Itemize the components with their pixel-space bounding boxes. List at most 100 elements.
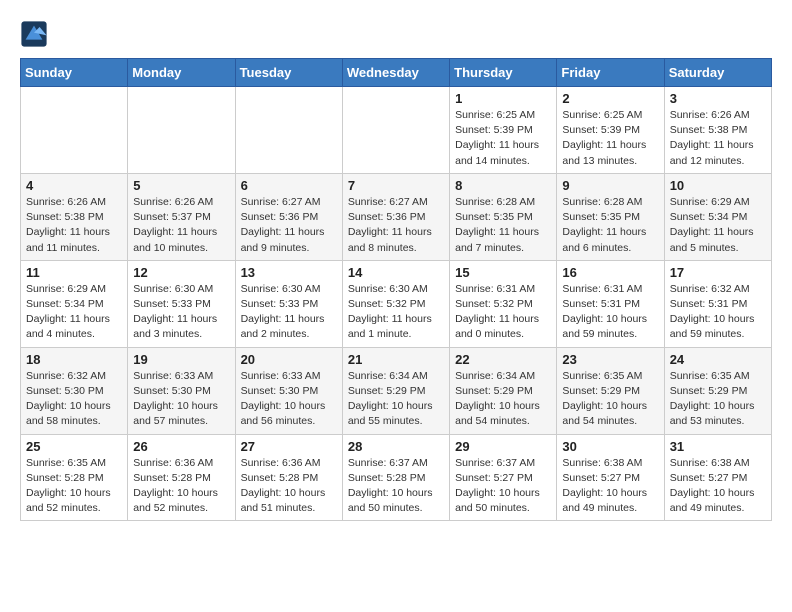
day-number: 5 — [133, 178, 229, 193]
calendar-cell: 4Sunrise: 6:26 AM Sunset: 5:38 PM Daylig… — [21, 173, 128, 260]
calendar-cell — [235, 87, 342, 174]
day-info: Sunrise: 6:37 AM Sunset: 5:28 PM Dayligh… — [348, 456, 444, 517]
logo-icon — [20, 20, 48, 48]
day-number: 27 — [241, 439, 337, 454]
weekday-header-row: SundayMondayTuesdayWednesdayThursdayFrid… — [21, 59, 772, 87]
calendar-cell: 19 Sunrise: 6:33 AM Sunset: 5:30 PM Dayli… — [128, 347, 235, 434]
day-info: Sunrise: 6:28 AM Sunset: 5:35 PM Dayligh… — [562, 195, 658, 256]
day-info: Sunrise: 6:31 AM Sunset: 5:32 PM Dayligh… — [455, 282, 551, 343]
day-info: Sunrise: 6:37 AM Sunset: 5:27 PM Dayligh… — [455, 456, 551, 517]
calendar-cell: 20 Sunrise: 6:33 AM Sunset: 5:30 PM Dayli… — [235, 347, 342, 434]
day-info: Sunrise: 6:32 AM Sunset: 5:30 PM Dayligh… — [26, 369, 122, 430]
day-number: 6 — [241, 178, 337, 193]
day-number: 2 — [562, 91, 658, 106]
calendar-week-1: 1 Sunrise: 6:25 AM Sunset: 5:39 PM Daylig… — [21, 87, 772, 174]
day-number: 31 — [670, 439, 766, 454]
calendar-cell: 30 Sunrise: 6:38 AM Sunset: 5:27 PM Dayli… — [557, 434, 664, 521]
calendar-cell: 23Sunrise: 6:35 AM Sunset: 5:29 PM Dayli… — [557, 347, 664, 434]
day-number: 9 — [562, 178, 658, 193]
logo — [20, 20, 50, 48]
day-info: Sunrise: 6:30 AM Sunset: 5:32 PM Dayligh… — [348, 282, 444, 343]
day-number: 28 — [348, 439, 444, 454]
weekday-header-thursday: Thursday — [450, 59, 557, 87]
calendar-cell: 25 Sunrise: 6:35 AM Sunset: 5:28 PM Dayli… — [21, 434, 128, 521]
calendar-cell: 26Sunrise: 6:36 AM Sunset: 5:28 PM Dayli… — [128, 434, 235, 521]
day-info: Sunrise: 6:29 AM Sunset: 5:34 PM Dayligh… — [26, 282, 122, 343]
weekday-header-wednesday: Wednesday — [342, 59, 449, 87]
day-info: Sunrise: 6:35 AM Sunset: 5:28 PM Dayligh… — [26, 456, 122, 517]
day-number: 25 — [26, 439, 122, 454]
day-number: 30 — [562, 439, 658, 454]
calendar-cell — [128, 87, 235, 174]
weekday-header-tuesday: Tuesday — [235, 59, 342, 87]
calendar-cell: 17 Sunrise: 6:32 AM Sunset: 5:31 PM Dayli… — [664, 260, 771, 347]
day-number: 17 — [670, 265, 766, 280]
day-info: Sunrise: 6:29 AM Sunset: 5:34 PM Dayligh… — [670, 195, 766, 256]
calendar-cell: 5 Sunrise: 6:26 AM Sunset: 5:37 PM Daylig… — [128, 173, 235, 260]
calendar-cell: 24 Sunrise: 6:35 AM Sunset: 5:29 PM Dayli… — [664, 347, 771, 434]
calendar-cell: 21 Sunrise: 6:34 AM Sunset: 5:29 PM Dayli… — [342, 347, 449, 434]
day-number: 10 — [670, 178, 766, 193]
calendar-cell: 1Sunrise: 6:25 AM Sunset: 5:39 PM Daylig… — [450, 87, 557, 174]
calendar-cell: 13Sunrise: 6:30 AM Sunset: 5:33 PM Dayli… — [235, 260, 342, 347]
day-number: 7 — [348, 178, 444, 193]
day-info: Sunrise: 6:26 AM Sunset: 5:38 PM Dayligh… — [670, 108, 766, 169]
calendar-cell: 6 Sunrise: 6:27 AM Sunset: 5:36 PM Daylig… — [235, 173, 342, 260]
day-number: 20 — [241, 352, 337, 367]
day-number: 12 — [133, 265, 229, 280]
calendar-cell — [342, 87, 449, 174]
calendar-week-5: 25 Sunrise: 6:35 AM Sunset: 5:28 PM Dayli… — [21, 434, 772, 521]
day-number: 23 — [562, 352, 658, 367]
day-number: 8 — [455, 178, 551, 193]
day-info: Sunrise: 6:33 AM Sunset: 5:30 PM Dayligh… — [241, 369, 337, 430]
day-number: 16 — [562, 265, 658, 280]
calendar-cell: 10 Sunrise: 6:29 AM Sunset: 5:34 PM Dayli… — [664, 173, 771, 260]
calendar-cell: 28 Sunrise: 6:37 AM Sunset: 5:28 PM Dayli… — [342, 434, 449, 521]
page-header — [20, 20, 772, 48]
day-number: 22 — [455, 352, 551, 367]
day-info: Sunrise: 6:36 AM Sunset: 5:28 PM Dayligh… — [241, 456, 337, 517]
calendar-cell: 2 Sunrise: 6:25 AM Sunset: 5:39 PM Daylig… — [557, 87, 664, 174]
day-info: Sunrise: 6:36 AM Sunset: 5:28 PM Dayligh… — [133, 456, 229, 517]
calendar-cell: 12 Sunrise: 6:30 AM Sunset: 5:33 PM Dayli… — [128, 260, 235, 347]
calendar-cell: 11 Sunrise: 6:29 AM Sunset: 5:34 PM Dayli… — [21, 260, 128, 347]
weekday-header-sunday: Sunday — [21, 59, 128, 87]
day-info: Sunrise: 6:33 AM Sunset: 5:30 PM Dayligh… — [133, 369, 229, 430]
calendar-cell: 31 Sunrise: 6:38 AM Sunset: 5:27 PM Dayli… — [664, 434, 771, 521]
day-info: Sunrise: 6:27 AM Sunset: 5:36 PM Dayligh… — [348, 195, 444, 256]
calendar-cell: 22 Sunrise: 6:34 AM Sunset: 5:29 PM Dayli… — [450, 347, 557, 434]
day-number: 13 — [241, 265, 337, 280]
day-number: 19 — [133, 352, 229, 367]
day-number: 3 — [670, 91, 766, 106]
day-info: Sunrise: 6:34 AM Sunset: 5:29 PM Dayligh… — [348, 369, 444, 430]
weekday-header-saturday: Saturday — [664, 59, 771, 87]
day-number: 15 — [455, 265, 551, 280]
day-info: Sunrise: 6:32 AM Sunset: 5:31 PM Dayligh… — [670, 282, 766, 343]
day-info: Sunrise: 6:31 AM Sunset: 5:31 PM Dayligh… — [562, 282, 658, 343]
day-info: Sunrise: 6:34 AM Sunset: 5:29 PM Dayligh… — [455, 369, 551, 430]
day-info: Sunrise: 6:27 AM Sunset: 5:36 PM Dayligh… — [241, 195, 337, 256]
calendar-cell: 15 Sunrise: 6:31 AM Sunset: 5:32 PM Dayli… — [450, 260, 557, 347]
calendar-cell: 7 Sunrise: 6:27 AM Sunset: 5:36 PM Daylig… — [342, 173, 449, 260]
calendar-week-4: 18Sunrise: 6:32 AM Sunset: 5:30 PM Dayli… — [21, 347, 772, 434]
calendar-cell: 16 Sunrise: 6:31 AM Sunset: 5:31 PM Dayli… — [557, 260, 664, 347]
day-number: 11 — [26, 265, 122, 280]
day-info: Sunrise: 6:35 AM Sunset: 5:29 PM Dayligh… — [670, 369, 766, 430]
day-info: Sunrise: 6:26 AM Sunset: 5:37 PM Dayligh… — [133, 195, 229, 256]
day-number: 24 — [670, 352, 766, 367]
weekday-header-monday: Monday — [128, 59, 235, 87]
calendar-cell: 8 Sunrise: 6:28 AM Sunset: 5:35 PM Daylig… — [450, 173, 557, 260]
day-number: 4 — [26, 178, 122, 193]
day-info: Sunrise: 6:38 AM Sunset: 5:27 PM Dayligh… — [670, 456, 766, 517]
calendar-cell: 14Sunrise: 6:30 AM Sunset: 5:32 PM Dayli… — [342, 260, 449, 347]
weekday-header-friday: Friday — [557, 59, 664, 87]
day-info: Sunrise: 6:38 AM Sunset: 5:27 PM Dayligh… — [562, 456, 658, 517]
day-info: Sunrise: 6:28 AM Sunset: 5:35 PM Dayligh… — [455, 195, 551, 256]
day-number: 21 — [348, 352, 444, 367]
day-info: Sunrise: 6:25 AM Sunset: 5:39 PM Dayligh… — [562, 108, 658, 169]
calendar-cell: 27 Sunrise: 6:36 AM Sunset: 5:28 PM Dayli… — [235, 434, 342, 521]
day-number: 1 — [455, 91, 551, 106]
day-info: Sunrise: 6:30 AM Sunset: 5:33 PM Dayligh… — [133, 282, 229, 343]
day-number: 29 — [455, 439, 551, 454]
calendar-week-2: 4Sunrise: 6:26 AM Sunset: 5:38 PM Daylig… — [21, 173, 772, 260]
